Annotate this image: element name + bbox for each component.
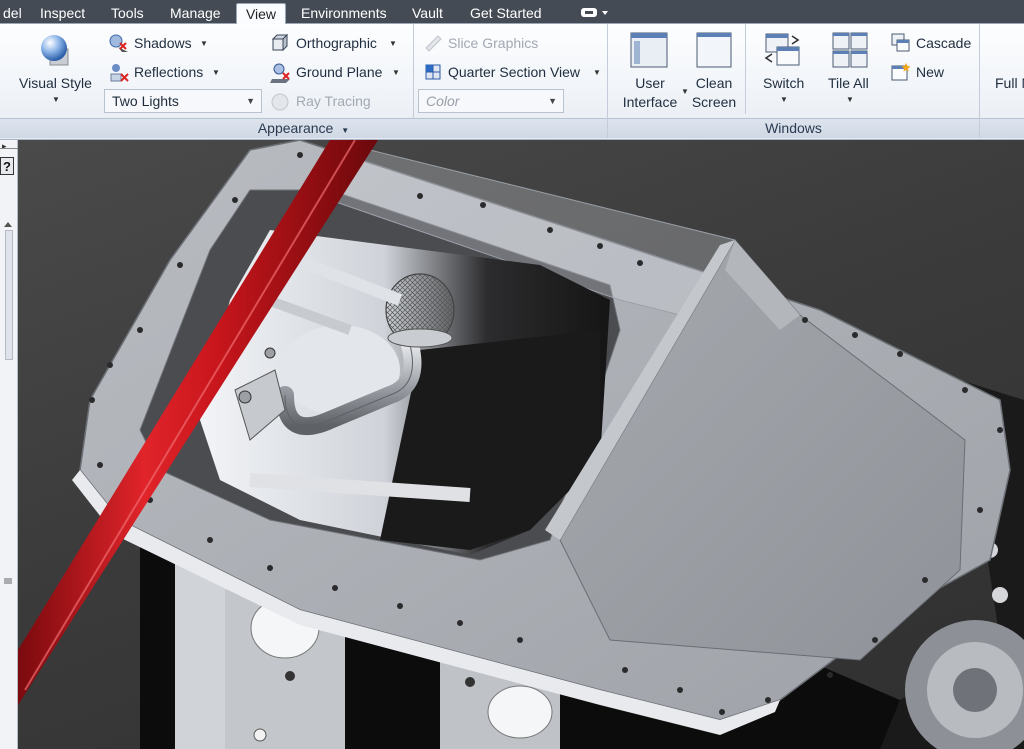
tile-all-icon[interactable] [832,32,868,71]
ray-tracing-button[interactable]: Ray Tracing [296,93,371,109]
orthographic-button[interactable]: Orthographic [296,35,377,51]
windows-panel-footer: Windows [608,118,979,138]
visual-style-icon[interactable] [36,31,76,74]
lighting-style-value: Two Lights [112,93,179,109]
grip-icon[interactable] [3,573,13,589]
slice-graphics-icon[interactable] [423,33,443,56]
slice-graphics-button[interactable]: Slice Graphics [448,35,538,51]
tab-vault[interactable]: Vault [408,3,447,24]
ray-tracing-icon[interactable] [270,92,290,115]
orthographic-icon[interactable] [270,33,290,56]
tab-environments[interactable]: Environments [297,3,391,24]
lighting-style-select[interactable]: Two Lights ▼ [104,89,262,113]
chevron-down-icon: ▼ [246,96,255,106]
chevron-down-icon: ▼ [341,126,350,135]
tab-get-started[interactable]: Get Started [466,3,546,24]
full-navigation-button[interactable]: Full N [995,75,1024,91]
oil-pan-model-render[interactable] [18,140,1024,749]
ribbon: Visual Style ▼ Shadows ▼ Reflections ▼ T… [0,24,1024,140]
windows-panel-title: Windows [765,120,822,136]
visual-style-dropdown-arrow[interactable]: ▼ [52,95,60,104]
cascade-icon[interactable] [891,33,911,56]
visual-style-button[interactable]: Visual Style [19,75,92,91]
orthographic-dropdown-arrow[interactable]: ▼ [389,39,397,48]
user-interface-label-1: User [635,75,665,91]
collapse-icon[interactable]: ▸ [2,141,7,152]
clean-screen-label-1: Clean [695,75,733,91]
user-interface-button[interactable]: User Interface [618,74,682,112]
graphics-viewport[interactable] [18,140,1024,749]
user-interface-label-2: Interface [622,94,678,110]
scroll-up-icon[interactable] [3,215,13,231]
tab-tools[interactable]: Tools [107,3,148,24]
quarter-section-icon[interactable] [423,62,443,85]
tile-all-button[interactable]: Tile All [828,75,869,91]
tab-view[interactable]: View [236,3,286,25]
svg-text:?: ? [3,159,11,174]
ground-plane-button[interactable]: Ground Plane [296,64,382,80]
tab-model[interactable]: del [0,3,26,24]
divider [0,148,18,149]
navigate-panel-footer [980,118,1024,138]
ribbon-tab-bar: del Inspect Tools Manage View Environmen… [0,0,1024,25]
shadows-dropdown-arrow[interactable]: ▼ [200,39,208,48]
cascade-button[interactable]: Cascade [916,35,971,51]
clean-screen-button[interactable]: Clean Screen [688,74,740,112]
reflections-icon[interactable] [108,62,130,87]
switch-windows-button[interactable]: Switch [763,75,804,91]
ground-plane-dropdown-arrow[interactable]: ▼ [392,68,400,77]
new-window-icon[interactable] [891,62,911,85]
help-icon[interactable]: ? [0,157,14,178]
scrollbar[interactable] [5,230,13,360]
appearance-panel-title: Appearance [257,120,334,136]
tab-manage[interactable]: Manage [166,3,225,24]
switch-dropdown-arrow[interactable]: ▼ [780,95,788,104]
user-interface-icon[interactable] [630,32,668,71]
clean-screen-label-2: Screen [691,94,737,110]
new-window-button[interactable]: New [916,64,944,80]
color-override-value: Color [426,93,460,109]
quarter-section-dropdown-arrow[interactable]: ▼ [593,68,601,77]
color-override-select[interactable]: Color ▼ [418,89,564,113]
reflections-button[interactable]: Reflections [134,64,203,80]
model-browser-strip: ▸ ? [0,140,18,749]
ribbon-options-icon[interactable] [580,6,610,20]
ground-plane-icon[interactable] [270,62,292,87]
appearance-panel-footer[interactable]: Appearance ▼ [0,118,607,138]
reflections-dropdown-arrow[interactable]: ▼ [212,68,220,77]
tile-all-dropdown-arrow[interactable]: ▼ [846,95,854,104]
clean-screen-icon[interactable] [696,32,732,71]
shadows-button[interactable]: Shadows [134,35,192,51]
chevron-down-icon: ▼ [548,96,557,106]
divider [745,24,746,114]
switch-windows-icon[interactable] [764,32,802,71]
quarter-section-view-button[interactable]: Quarter Section View [448,64,580,80]
shadows-icon[interactable] [108,33,130,56]
tab-inspect[interactable]: Inspect [36,3,89,24]
